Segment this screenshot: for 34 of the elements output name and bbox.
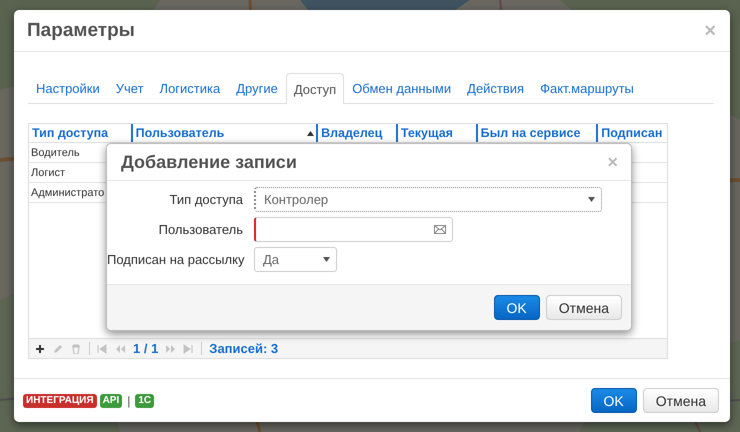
tab[interactable]: Настройки <box>28 73 108 103</box>
separator-text: | <box>126 394 132 408</box>
envelope-icon <box>434 225 446 234</box>
tab[interactable]: Логистика <box>152 73 228 103</box>
input-field[interactable] <box>254 217 453 242</box>
dialog-title: Добавление записи <box>121 152 297 172</box>
ok-button[interactable]: OK <box>590 388 637 413</box>
field-label: Пользователь <box>158 222 243 237</box>
record-count: Записей: 3 <box>209 341 278 356</box>
badge: 1C <box>135 394 154 408</box>
ok-button[interactable]: OK <box>494 295 540 320</box>
badge: API <box>100 394 122 408</box>
field-label: Тип доступа <box>168 192 243 207</box>
dropdown-caret-icon <box>323 257 330 262</box>
cancel-button[interactable]: Отмена <box>642 388 719 413</box>
select-field[interactable]: Да <box>254 247 337 272</box>
dialog-title: Параметры <box>27 20 135 42</box>
cancel-button[interactable]: Отмена <box>546 295 622 320</box>
table-cell-text: Логист <box>30 166 66 178</box>
badge: ИНТЕГРАЦИЯ <box>23 394 97 408</box>
tab[interactable]: Другие <box>228 73 286 103</box>
tab[interactable]: Действия <box>459 73 532 103</box>
tab[interactable]: Доступ <box>286 73 344 104</box>
page-indicator: 1 / 1 <box>133 341 158 356</box>
tab[interactable]: Обмен данными <box>344 73 460 103</box>
table-cell-text: Водитель <box>30 146 81 158</box>
select-field[interactable]: Контролер <box>254 187 602 212</box>
tab[interactable]: Учет <box>108 73 152 103</box>
field-label: Подписан на рассылку <box>107 252 243 267</box>
dropdown-caret-icon <box>588 197 595 202</box>
plus-icon[interactable] <box>35 344 46 354</box>
column-header[interactable]: Тип доступа <box>29 124 131 142</box>
table-cell-text: Администрато <box>30 186 106 198</box>
tab[interactable]: Факт.маршруты <box>532 73 642 103</box>
